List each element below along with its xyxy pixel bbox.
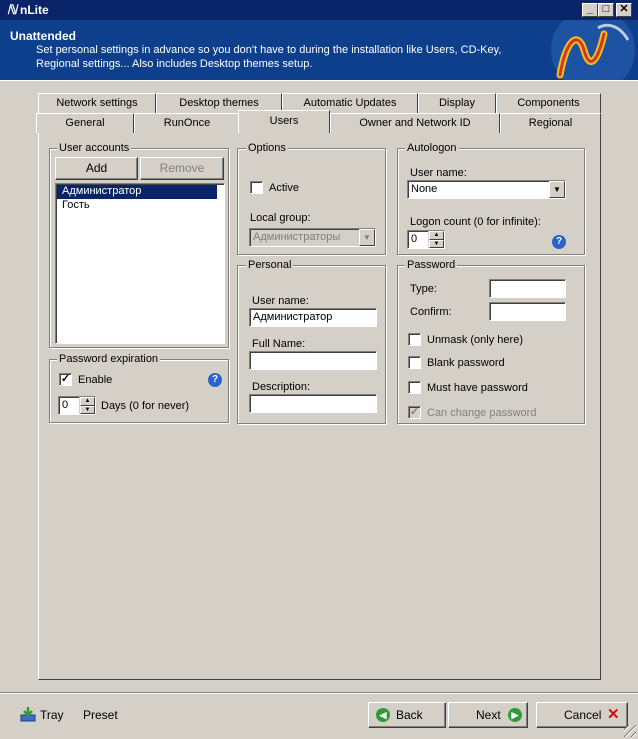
- full-name-input[interactable]: [249, 351, 377, 370]
- tab-display[interactable]: Display: [418, 93, 496, 113]
- autologon-title: Autologon: [405, 142, 459, 154]
- minimize-button[interactable]: _: [582, 3, 598, 17]
- active-label: Active: [269, 182, 299, 194]
- must-have-password-checkbox[interactable]: [408, 381, 421, 394]
- logon-count-stepper[interactable]: 0 ▲ ▼: [407, 230, 445, 249]
- password-expiration-title: Password expiration: [57, 353, 161, 365]
- spin-up-icon[interactable]: ▲: [80, 397, 95, 406]
- help-icon[interactable]: ?: [208, 373, 222, 387]
- autologon-user-value: None: [411, 183, 438, 195]
- cancel-x-icon: ✕: [607, 706, 620, 723]
- cancel-button[interactable]: Cancel ✕: [536, 702, 628, 728]
- chevron-down-icon[interactable]: ▼: [359, 229, 375, 246]
- tab-users[interactable]: Users: [238, 110, 330, 133]
- chevron-down-icon[interactable]: ▼: [549, 181, 565, 198]
- title-bar: ℕ nLite _ □ ✕: [0, 0, 638, 20]
- next-arrow-icon: ▶: [508, 708, 522, 722]
- password-type-label: Type:: [410, 283, 437, 295]
- tray-label[interactable]: Tray: [40, 709, 64, 722]
- list-item[interactable]: Гость: [57, 199, 223, 213]
- maximize-button[interactable]: □: [598, 3, 614, 17]
- cancel-label: Cancel: [564, 708, 602, 722]
- next-label: Next: [476, 708, 501, 722]
- full-name-label: Full Name:: [252, 338, 306, 350]
- logon-count-spin-buttons[interactable]: ▲ ▼: [428, 231, 444, 248]
- personal-title: Personal: [246, 259, 294, 271]
- blank-password-label: Blank password: [427, 357, 505, 369]
- tab-runonce[interactable]: RunOnce: [134, 113, 240, 133]
- tab-network-settings[interactable]: Network settings: [38, 93, 156, 113]
- enable-expiration-checkbox[interactable]: ✓: [59, 373, 72, 386]
- days-spin-buttons[interactable]: ▲ ▼: [79, 397, 95, 414]
- autologon-user-dropdown[interactable]: None ▼: [407, 180, 566, 199]
- password-confirm-label: Confirm:: [410, 306, 452, 318]
- unmask-label: Unmask (only here): [427, 334, 523, 346]
- user-accounts-list[interactable]: Администратор Гость: [55, 183, 225, 344]
- local-group-value: Администраторы: [253, 231, 341, 243]
- nlite-app-icon: ℕ: [6, 2, 18, 17]
- password-title: Password: [405, 259, 458, 271]
- personal-user-name-label: User name:: [252, 295, 309, 307]
- description-input[interactable]: [249, 394, 377, 413]
- back-arrow-icon: ◀: [376, 708, 390, 722]
- logon-count-value: 0: [411, 233, 418, 245]
- banner-description: Set personal settings in advance so you …: [36, 44, 502, 70]
- add-user-button[interactable]: Add: [55, 157, 138, 180]
- preset-button[interactable]: Preset: [83, 709, 118, 722]
- must-have-password-label: Must have password: [427, 382, 528, 394]
- nlite-logo-icon: [551, 20, 635, 80]
- days-label: Days (0 for never): [101, 400, 190, 412]
- tab-regional[interactable]: Regional: [500, 113, 601, 133]
- logon-count-label: Logon count (0 for infinite):: [410, 216, 541, 228]
- spin-up-icon[interactable]: ▲: [429, 231, 444, 240]
- can-change-password-checkbox[interactable]: ✓: [408, 406, 421, 419]
- window-title: nLite: [20, 3, 49, 17]
- user-accounts-title: User accounts: [57, 142, 132, 154]
- description-label: Description:: [252, 381, 311, 393]
- banner-heading: Unattended: [10, 29, 76, 43]
- back-label: Back: [396, 708, 423, 722]
- list-item[interactable]: Администратор: [57, 185, 217, 199]
- days-value: 0: [62, 399, 69, 411]
- personal-user-name-input[interactable]: Администратор: [249, 308, 377, 327]
- password-type-input[interactable]: [489, 279, 566, 298]
- resize-grip[interactable]: [624, 725, 636, 737]
- spin-down-icon[interactable]: ▼: [80, 405, 95, 414]
- active-checkbox[interactable]: [250, 181, 263, 194]
- blank-password-checkbox[interactable]: [408, 356, 421, 369]
- autologon-user-name-label: User name:: [410, 167, 467, 179]
- days-stepper[interactable]: 0 ▲ ▼: [58, 396, 96, 415]
- back-button[interactable]: ◀ Back: [368, 702, 446, 728]
- can-change-password-label: Can change password: [427, 407, 537, 419]
- tab-owner-network-id[interactable]: Owner and Network ID: [330, 113, 500, 133]
- options-title: Options: [246, 142, 288, 154]
- tab-general[interactable]: General: [36, 113, 134, 133]
- password-confirm-input[interactable]: [489, 302, 566, 321]
- tray-icon[interactable]: [20, 706, 36, 722]
- remove-user-button[interactable]: Remove: [140, 157, 224, 180]
- enable-expiration-label: Enable: [78, 374, 113, 386]
- local-group-dropdown[interactable]: Администраторы ▼: [249, 228, 376, 247]
- header-banner: Unattended Set personal settings in adva…: [0, 20, 638, 80]
- close-button[interactable]: ✕: [616, 3, 632, 17]
- local-group-label: Local group:: [250, 212, 311, 224]
- unmask-checkbox[interactable]: [408, 333, 421, 346]
- next-button[interactable]: Next ▶: [448, 702, 528, 728]
- tab-components[interactable]: Components: [496, 93, 601, 113]
- help-icon[interactable]: ?: [552, 235, 566, 249]
- spin-down-icon[interactable]: ▼: [429, 239, 444, 248]
